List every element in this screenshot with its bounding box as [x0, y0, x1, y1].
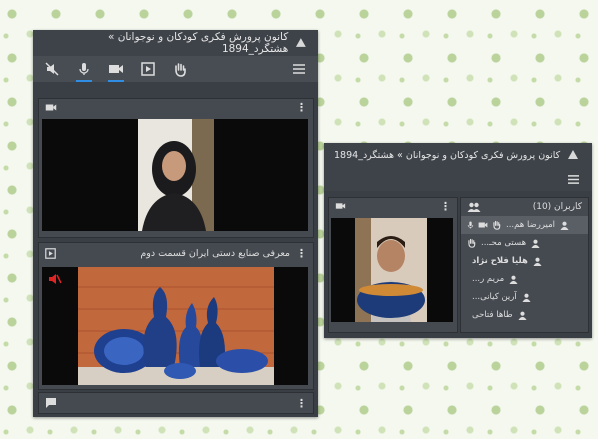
- right-window-title: کانون پرورش فکری کودکان و نوجوانان » هشت…: [334, 149, 561, 161]
- users-panel-header: کاربران (10): [461, 198, 588, 216]
- user-row[interactable]: طاها فتاحی: [461, 306, 588, 324]
- video-camera-icon: [45, 104, 57, 110]
- user-name: آرین کیانی...: [472, 292, 517, 302]
- chat-panel: ⋮: [38, 392, 314, 414]
- user-name: مریم ر...: [472, 274, 505, 284]
- user-status-icons: [467, 238, 476, 248]
- user-row[interactable]: مریم ر...: [461, 270, 588, 288]
- right-window: کانون پرورش فکری کودکان و نوجوانان » هشت…: [324, 143, 592, 338]
- right-toolbar: [324, 167, 592, 191]
- student-video: [331, 218, 453, 322]
- microphone-icon: [467, 221, 474, 229]
- user-name: هستی محـ...: [481, 238, 527, 248]
- speaker-muted-icon[interactable]: [48, 273, 62, 285]
- user-status-icons: [467, 220, 501, 230]
- video-camera-icon: [478, 222, 488, 228]
- user-icon: [509, 275, 518, 284]
- user-row[interactable]: هستی محـ...: [461, 234, 588, 252]
- video-camera-icon: [335, 203, 346, 209]
- teacher-video: [42, 119, 308, 231]
- user-icon: [522, 293, 531, 302]
- presentation-panel-header: معرفی صنایع دستی ایران قسمت دوم ⋮: [39, 243, 313, 263]
- presentation-title: معرفی صنایع دستی ایران قسمت دوم: [140, 247, 290, 259]
- handicraft-image: [78, 267, 274, 385]
- screen-share-icon: [45, 247, 56, 259]
- mute-speaker-button[interactable]: [41, 58, 63, 80]
- user-icon: [518, 311, 527, 320]
- teacher-video-frame: [138, 119, 214, 231]
- user-name: طاها فتاحی: [472, 310, 513, 320]
- student-video-header: ⋮: [329, 198, 457, 214]
- camera-button[interactable]: [105, 58, 127, 82]
- microphone-icon: [79, 63, 89, 75]
- user-icon: [533, 257, 542, 266]
- left-toolbar: [33, 56, 318, 82]
- kanoon-logo-icon: [568, 150, 579, 159]
- menu-icon: [567, 174, 579, 184]
- user-icon: [560, 221, 569, 230]
- user-name: امیررضا هم...: [506, 220, 556, 230]
- right-menu-button[interactable]: [562, 168, 584, 190]
- left-window: کانون پرورش فکری کودکان و نوجوانان » هشت…: [33, 30, 318, 417]
- student-video-options-button[interactable]: ⋮: [440, 201, 451, 212]
- user-list: امیررضا هم... هستی محـ... هلیا فلاح نژاد مر…: [461, 216, 588, 324]
- video-panel-options-button[interactable]: ⋮: [296, 102, 307, 113]
- users-panel-title: کاربران (10): [532, 202, 582, 212]
- raise-hand-icon: [175, 62, 186, 77]
- presentation-video: [42, 267, 308, 385]
- raise-hand-icon: [468, 238, 476, 248]
- user-row[interactable]: امیررضا هم...: [461, 216, 588, 234]
- menu-icon: [293, 64, 305, 74]
- raise-hand-icon: [493, 220, 501, 230]
- student-video-panel: ⋮: [328, 197, 458, 333]
- chat-panel-header: ⋮: [39, 393, 313, 413]
- user-row[interactable]: هلیا فلاح نژاد: [461, 252, 588, 270]
- share-screen-button[interactable]: [137, 58, 159, 80]
- chat-options-button[interactable]: ⋮: [296, 398, 307, 409]
- microphone-button[interactable]: [73, 58, 95, 82]
- video-camera-icon: [109, 65, 123, 73]
- users-panel: کاربران (10) امیررضا هم... هستی محـ... هلی…: [460, 197, 589, 333]
- chat-icon[interactable]: [45, 397, 57, 409]
- screen-share-icon: [141, 62, 155, 76]
- left-window-title: کانون پرورش فکری کودکان و نوجوانان » هشت…: [107, 31, 289, 55]
- left-titlebar: کانون پرورش فکری کودکان و نوجوانان » هشت…: [33, 30, 318, 56]
- kanoon-logo-icon: [296, 38, 307, 47]
- user-name: هلیا فلاح نژاد: [472, 256, 528, 266]
- student-video-frame: [355, 218, 427, 322]
- presentation-panel: معرفی صنایع دستی ایران قسمت دوم ⋮: [38, 242, 314, 390]
- main-menu-button[interactable]: [288, 58, 310, 80]
- video-panel-header: ⋮: [39, 99, 313, 115]
- volume-mute-icon: [45, 62, 59, 76]
- right-titlebar: کانون پرورش فکری کودکان و نوجوانان » هشت…: [324, 143, 592, 167]
- presentation-options-button[interactable]: ⋮: [296, 248, 307, 259]
- user-row[interactable]: آرین کیانی...: [461, 288, 588, 306]
- users-group-icon: [467, 202, 481, 212]
- user-icon: [531, 239, 540, 248]
- video-panel: ⋮: [38, 98, 314, 238]
- raise-hand-button[interactable]: [169, 58, 191, 80]
